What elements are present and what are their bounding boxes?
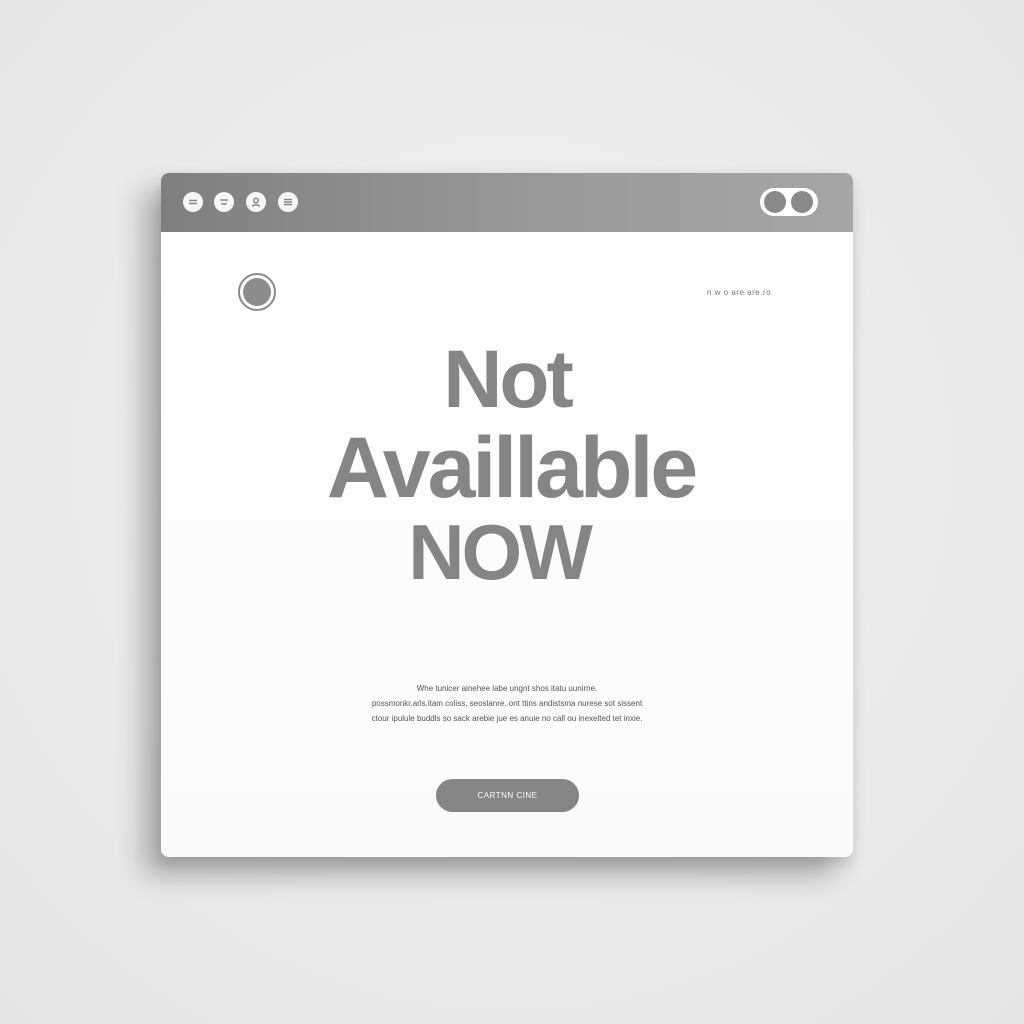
description-line-3: ctour ipulule buddls so sack arebie jue … bbox=[371, 714, 643, 723]
screen-background: n.w o are are.ro Not Availlable NOW Whe … bbox=[0, 0, 1024, 1024]
avatar[interactable] bbox=[238, 273, 276, 311]
headline-line-1: Not bbox=[443, 334, 574, 425]
menu-icon[interactable] bbox=[183, 192, 203, 212]
description-line-1: Whe tunicer ainehee labe ungnt shos itat… bbox=[416, 684, 598, 693]
list-icon[interactable] bbox=[278, 192, 298, 212]
primary-action-button[interactable]: CARTNN CINE bbox=[436, 779, 579, 812]
browser-window: n.w o are are.ro Not Availlable NOW Whe … bbox=[161, 173, 853, 857]
headline-line-3: NOW bbox=[408, 508, 593, 596]
headline: Not Availlable NOW bbox=[161, 334, 853, 596]
headline-line-2: Availlable bbox=[326, 420, 698, 516]
user-icon[interactable] bbox=[246, 192, 266, 212]
header-status-text: n.w o are are.ro bbox=[707, 288, 772, 297]
toggle-icon[interactable] bbox=[760, 188, 818, 216]
page-content: n.w o are are.ro Not Availlable NOW Whe … bbox=[161, 232, 853, 857]
toggle-knob-right bbox=[791, 191, 813, 213]
description-line-2: possmonkr.arls.itam coliss, seoslanre. o… bbox=[371, 699, 643, 708]
toggle-knob-left bbox=[764, 191, 786, 213]
window-titlebar bbox=[161, 173, 853, 232]
avatar-fill bbox=[243, 278, 271, 306]
face-icon[interactable] bbox=[214, 192, 234, 212]
